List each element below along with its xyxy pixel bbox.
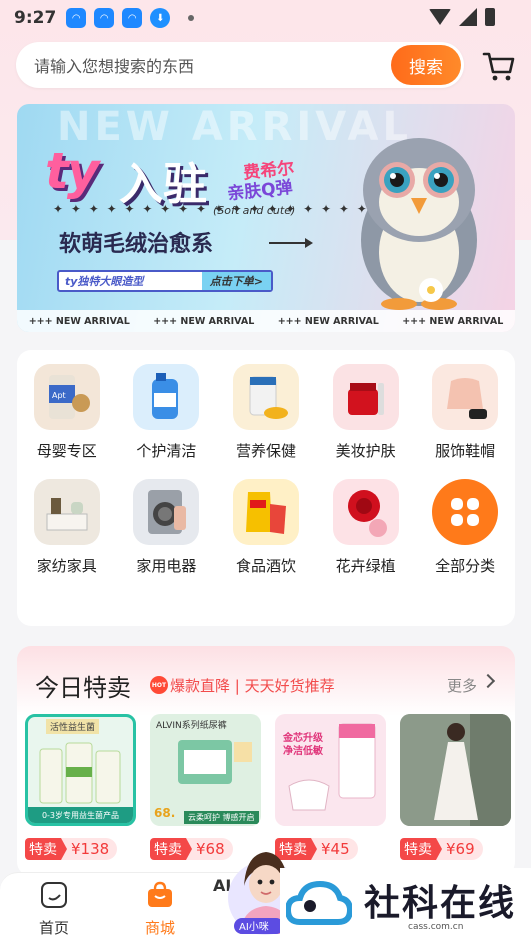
category-item[interactable]: 美妆护肤 — [316, 364, 416, 461]
nav-shop[interactable]: 商城 — [130, 881, 190, 938]
category-item[interactable]: 家纺家具 — [17, 479, 117, 576]
lipstick-app-icon: ◠ — [66, 8, 87, 28]
product-badge: 68. — [154, 806, 176, 820]
all-categories-icon — [432, 479, 499, 545]
banner-ticker-item: +++ NEW ARRIVAL — [277, 315, 379, 327]
category-label: 食品酒饮 — [235, 557, 296, 575]
lipstick-app-icon: ◠ — [122, 8, 143, 28]
category-label: 家纺家具 — [36, 557, 97, 575]
product-caption: 云柔呵护 博感开启 — [184, 811, 259, 824]
banner-pill-left: ty独特大眼造型 — [65, 275, 144, 288]
search-button[interactable]: 搜索 — [391, 45, 461, 85]
deal-tag: 特卖 — [25, 838, 67, 860]
category-label: 个护清洁 — [136, 442, 197, 460]
deal-tag: 特卖 — [400, 838, 442, 860]
banner-tag-2: 亲肤Q弹 — [226, 177, 294, 205]
shop-bag-icon — [148, 881, 172, 907]
furniture-icon — [33, 479, 100, 545]
banner-brand: ty — [45, 142, 99, 200]
deal-price: ¥138 — [61, 838, 118, 860]
clothing-icon — [432, 364, 499, 430]
svg-text:Apt: Apt — [52, 391, 66, 400]
status-time: 9:27 — [14, 8, 57, 28]
battery-icon — [485, 8, 495, 26]
nav-home[interactable]: 首页 — [24, 881, 84, 938]
arrow-right-icon — [269, 238, 313, 248]
deal-price: ¥69 — [436, 838, 483, 860]
deal-price-row: 特卖 ¥138 — [25, 838, 136, 860]
category-label: 服饰鞋帽 — [435, 442, 496, 460]
search-row: 请输入您想搜索的东西 搜索 — [16, 42, 516, 88]
deal-item[interactable]: 活性益生菌 0-3岁专用益生菌产品 特卖 ¥138 — [25, 714, 136, 860]
deals-subtitle: 爆款直降 | 天天好货推荐 — [170, 677, 335, 695]
snacks-icon — [232, 479, 299, 545]
category-item[interactable]: 家用电器 — [117, 479, 217, 576]
banner-headline: 软萌毛绒治愈系 — [59, 232, 214, 257]
watermark-logo: 社科在线 cass.com.cn — [280, 868, 531, 944]
lipstick-app-icon: ◠ — [94, 8, 115, 28]
hot-icon: HOT — [150, 676, 168, 694]
supplement-icon — [232, 364, 299, 430]
download-icon: ⬇ — [150, 8, 171, 28]
category-label: 母婴专区 — [36, 442, 97, 460]
category-item[interactable]: 花卉绿植 — [316, 479, 416, 576]
product-caption: 0-3岁专用益生菌产品 — [28, 807, 133, 823]
detergent-icon — [133, 364, 200, 430]
banner-ticker-item: +++ NEW ARRIVAL — [153, 315, 255, 327]
status-bar: 9:27 ◠ ◠ ◠ ⬇ — [0, 0, 531, 36]
wifi-icon — [429, 9, 451, 25]
diaper-product-image: ALVIN系列纸尿裤 68. 云柔呵护 博感开启 — [150, 714, 261, 826]
product-banner: 活性益生菌 — [46, 719, 100, 734]
nav-label: 首页 — [38, 919, 69, 937]
cloud-logo-icon — [286, 880, 352, 925]
search-placeholder: 请输入您想搜索的东西 — [34, 57, 195, 76]
category-item[interactable]: 服饰鞋帽 — [415, 364, 515, 461]
banner-soft-text: (Soft and cute) — [213, 204, 296, 217]
baby-pants-product-image: 金芯升级 净洁低敏 — [275, 714, 386, 826]
banner-ticker-item: +++ NEW ARRIVAL — [28, 315, 130, 327]
banner-ticker-item: +++ NEW ARRIVAL — [402, 315, 504, 327]
category-card: Apt 母婴专区 个护清洁 营养保健 美妆护肤 服饰鞋帽 家纺家具 家用电器 食… — [17, 350, 515, 626]
ai-assistant-label: AI小咪 — [239, 921, 269, 933]
search-input[interactable]: 请输入您想搜索的东西 搜索 — [16, 42, 464, 88]
white-dress-product-image — [400, 714, 511, 826]
banner-pill-right: 点击下单> — [201, 272, 271, 290]
category-item[interactable]: 个护清洁 — [117, 364, 217, 461]
category-item[interactable]: 营养保健 — [216, 364, 316, 461]
rose-icon — [332, 479, 399, 545]
deal-price: ¥45 — [311, 838, 358, 860]
category-item[interactable]: 食品酒饮 — [216, 479, 316, 576]
infant-formula-icon: Apt — [33, 364, 100, 430]
deal-item[interactable]: 特卖 ¥69 — [400, 714, 511, 860]
category-item[interactable]: 全部分类 — [415, 479, 515, 576]
home-icon — [41, 882, 67, 908]
watermark-text: 社科在线 — [364, 882, 517, 924]
chevron-right-icon[interactable] — [480, 673, 496, 689]
skincare-icon — [332, 364, 399, 430]
cart-icon[interactable] — [482, 50, 516, 82]
category-label: 花卉绿植 — [335, 557, 396, 575]
penguin-plush-image — [361, 138, 477, 310]
infant-formula-product-image: 活性益生菌 0-3岁专用益生菌产品 — [25, 714, 136, 826]
product-banner: ALVIN系列纸尿裤 — [156, 721, 227, 731]
washing-machine-icon — [133, 479, 200, 545]
notification-dot-icon — [188, 15, 195, 21]
category-label: 家用电器 — [136, 557, 197, 575]
system-indicators — [429, 8, 495, 26]
banner-pill: ty独特大眼造型 点击下单> — [57, 270, 273, 292]
category-label: 营养保健 — [235, 442, 296, 460]
watermark-domain: cass.com.cn — [408, 922, 464, 932]
banner-ticker: +++ NEW ARRIVAL +++ NEW ARRIVAL +++ NEW … — [17, 310, 515, 332]
category-item[interactable]: Apt 母婴专区 — [17, 364, 117, 461]
deal-tag: 特卖 — [150, 838, 192, 860]
category-label: 全部分类 — [435, 557, 496, 575]
signal-icon — [459, 8, 477, 26]
deals-more-link[interactable]: 更多 — [447, 675, 477, 696]
deals-title: 今日特卖 — [35, 674, 131, 702]
category-grid: Apt 母婴专区 个护清洁 营养保健 美妆护肤 服饰鞋帽 家纺家具 家用电器 食… — [17, 364, 515, 576]
nav-label: 商城 — [144, 919, 175, 937]
category-label: 美妆护肤 — [335, 442, 396, 460]
deal-price-row: 特卖 ¥69 — [400, 838, 511, 860]
promo-banner[interactable]: NEW ARRIVAL ty 入驻 费希尔 亲肤Q弹 ✦ ✦ ✦ ✦ ✦ ✦ ✦… — [17, 104, 515, 332]
